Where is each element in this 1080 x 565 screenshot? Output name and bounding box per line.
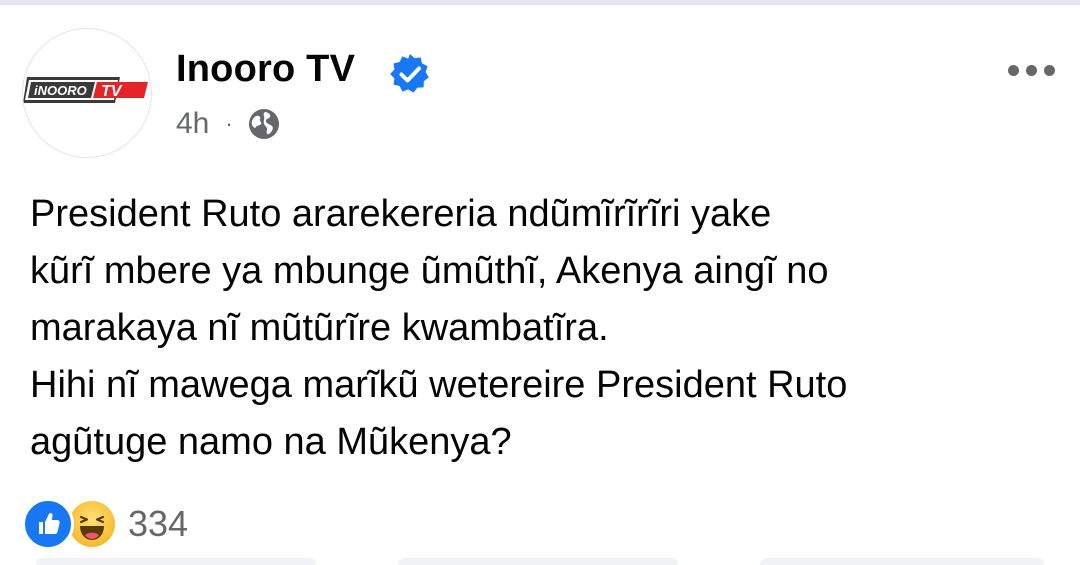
facebook-post: iNOORO TV Inooro TV 4h · President Ruto … [0,0,1080,565]
reactions-summary[interactable]: 334 [22,496,188,552]
more-options-icon-dot [1007,64,1019,76]
action-button-like-edge[interactable] [36,558,316,565]
meta-separator: · [225,111,233,136]
post-timestamp[interactable]: 4h [176,107,209,141]
more-options-icon-dot [1043,64,1055,76]
more-options-icon-dot [1025,64,1037,76]
post-text-line: President Ruto ararekereria ndũmĩrĩrĩri … [30,193,772,235]
post-text-line: agũtuge namo na Mũkenya? [30,421,512,463]
page-avatar[interactable]: iNOORO TV [22,28,152,158]
post-text-line: kũrĩ mbere ya mbunge ũmũthĩ, Akenya aing… [30,250,829,292]
top-divider [0,0,1080,5]
action-button-comment-edge[interactable] [398,558,678,565]
logo-text-left: iNOORO [34,83,87,98]
post-meta: 4h · [176,104,281,144]
logo-text-right: TV [101,83,123,100]
inooro-tv-logo: iNOORO TV [23,77,148,103]
post-text: President Ruto ararekereria ndũmĩrĩrĩri … [30,186,1060,471]
globe-icon[interactable] [247,107,281,141]
page-name[interactable]: Inooro TV [176,48,355,91]
like-reaction-icon [22,498,74,550]
action-button-share-edge[interactable] [760,558,1044,565]
post-text-line: marakaya nĩ mũtũrĩre kwambatĩra. [30,307,609,349]
post-text-line: Hihi nĩ mawega marĩkũ wetereire Presiden… [30,364,848,406]
more-options-button[interactable] [1000,50,1062,90]
reaction-count: 334 [128,503,189,544]
verified-badge-icon [390,54,429,93]
